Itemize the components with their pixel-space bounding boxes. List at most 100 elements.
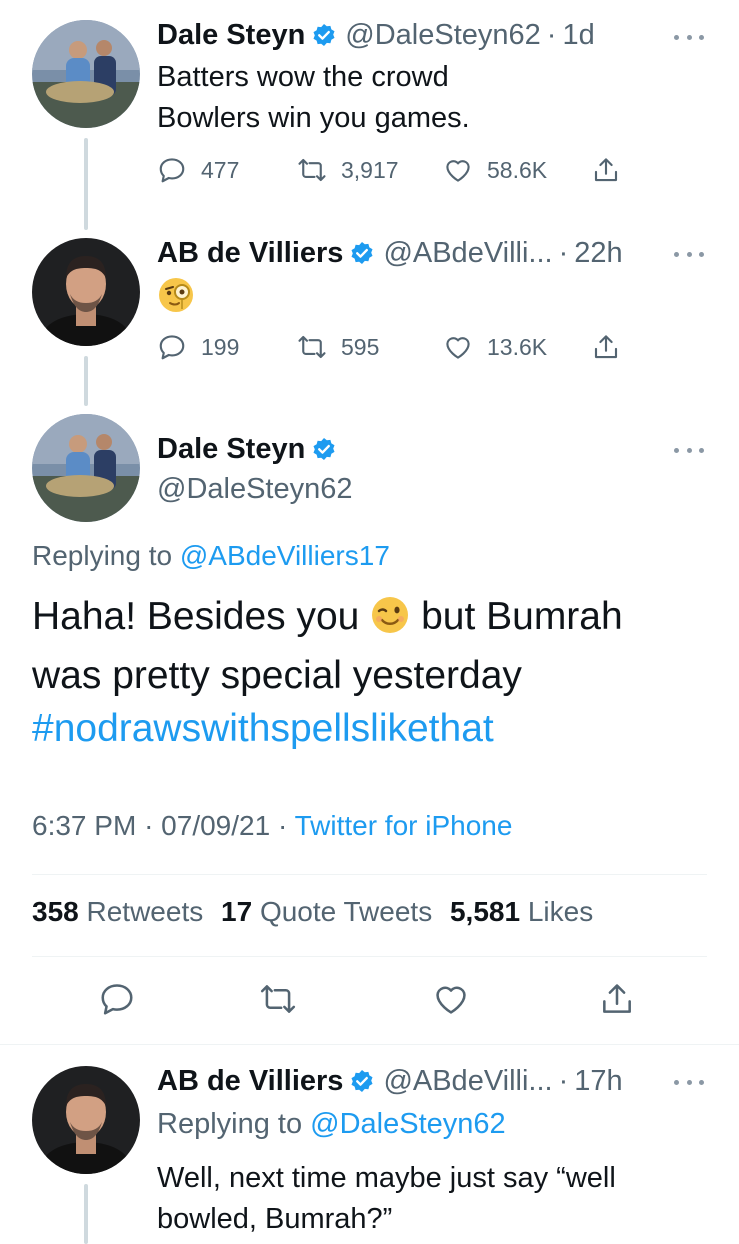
tweet-client[interactable]: Twitter for iPhone	[295, 810, 513, 841]
hashtag-link[interactable]: #nodrawswithspellslikethat	[32, 702, 712, 755]
share-button[interactable]	[591, 155, 621, 185]
divider	[32, 956, 707, 957]
replying-to-label: Replying to	[157, 1108, 303, 1140]
likes-count: 5,581	[449, 896, 521, 927]
author-handle[interactable]: @ABdeVilli...	[383, 236, 552, 270]
verified-badge-icon	[349, 1068, 375, 1094]
tweet-text-line: Haha! Besides you but Bumrah	[32, 590, 712, 649]
reply-count: 199	[201, 333, 240, 360]
like-count: 13.6K	[487, 333, 548, 360]
likes-label: Likes	[527, 896, 594, 927]
replying-to: Replying to @ABdeVilliers17	[32, 540, 390, 572]
more-icon[interactable]	[674, 1077, 704, 1087]
likes-stat[interactable]: 5,581 Likes	[450, 896, 593, 927]
tweet-text-line: bowled, Bumrah?”	[157, 1203, 393, 1235]
replying-to: Replying to @DaleSteyn62	[157, 1108, 506, 1141]
author-name[interactable]: AB de Villiers	[157, 236, 343, 270]
tweet-time[interactable]: 6:37 PM	[32, 810, 136, 841]
retweet-count: 595	[341, 333, 380, 360]
share-icon[interactable]	[598, 980, 636, 1018]
reply-count: 477	[201, 156, 240, 183]
divider	[0, 1044, 739, 1045]
heart-icon	[446, 160, 470, 182]
avatar-ab-de-villiers[interactable]	[32, 1066, 140, 1174]
more-icon[interactable]	[674, 32, 704, 42]
tweet-text-part: but Bumrah	[421, 595, 623, 638]
separator-dot: ·	[546, 19, 557, 51]
retweet-icon[interactable]	[259, 980, 297, 1018]
author-name[interactable]: AB de Villiers	[157, 1064, 343, 1098]
quote-label: Quote Tweets	[259, 896, 433, 927]
author-handle[interactable]: @DaleSteyn62	[157, 472, 353, 506]
verified-badge-icon	[349, 240, 375, 266]
thread-line	[84, 356, 88, 406]
tweet-text-line: Batters wow the crowd	[157, 61, 449, 93]
main-tweet-text: Haha! Besides you but Bumrah was pretty …	[32, 590, 712, 755]
tweet-text-part: Haha! Besides you	[32, 595, 360, 638]
more-icon[interactable]	[674, 445, 704, 455]
retweet-button[interactable]: 595	[297, 332, 379, 362]
retweets-count: 358	[32, 896, 79, 927]
author-name[interactable]: Dale Steyn	[157, 18, 305, 52]
tweet2-header: AB de Villiers @ABdeVilli... · 22h	[157, 236, 623, 270]
author-name[interactable]: Dale Steyn	[157, 432, 305, 466]
main-tweet-author: Dale Steyn	[157, 432, 345, 466]
retweet-count: 3,917	[341, 156, 399, 183]
verified-badge-icon	[311, 436, 337, 462]
share-icon	[594, 335, 618, 359]
separator-dot: ·	[144, 810, 154, 841]
retweet-icon	[298, 158, 326, 182]
reply-icon	[159, 158, 185, 183]
more-icon[interactable]	[674, 249, 704, 259]
like-button[interactable]: 58.6K	[443, 155, 547, 185]
tweet-text: Batters wow the crowd Bowlers win you ga…	[157, 57, 470, 139]
retweets-stat[interactable]: 358 Retweets	[32, 896, 203, 927]
like-count: 58.6K	[487, 156, 548, 183]
tweet-thread-page: Dale Steyn @DaleSteyn62 · 1d Batters wow…	[0, 0, 739, 1244]
heart-icon[interactable]	[432, 980, 470, 1018]
share-icon	[594, 158, 618, 182]
retweets-label: Retweets	[86, 896, 204, 927]
tweet1-actions: 477 3,917 58.6K	[157, 155, 627, 189]
emoji-face-with-monocle	[157, 276, 195, 314]
quote-count: 17	[221, 896, 253, 927]
separator-dot: ·	[277, 810, 288, 841]
tweet-text: Well, next time maybe just say “well bow…	[157, 1158, 616, 1240]
avatar-dale-steyn[interactable]	[32, 414, 140, 522]
tweet-time[interactable]: 1d	[562, 18, 594, 52]
tweet-text-line: was pretty special yesterday	[32, 654, 522, 697]
replying-to-handle[interactable]: @DaleSteyn62	[310, 1108, 506, 1140]
separator-dot: ·	[558, 1065, 569, 1097]
tweet-time[interactable]: 22h	[574, 236, 622, 270]
like-button[interactable]: 13.6K	[443, 332, 547, 362]
reply-button[interactable]: 477	[157, 155, 239, 185]
author-handle[interactable]: @ABdeVilli...	[383, 1064, 552, 1098]
author-handle[interactable]: @DaleSteyn62	[345, 18, 541, 52]
tweet-time[interactable]: 17h	[574, 1064, 622, 1098]
reply-icon[interactable]	[98, 980, 136, 1018]
tweet-date[interactable]: 07/09/21	[161, 810, 270, 841]
quote-tweets-stat[interactable]: 17 Quote Tweets	[221, 896, 432, 927]
tweet2-actions: 199 595 13.6K	[157, 332, 627, 366]
retweet-icon	[298, 335, 326, 359]
thread-line	[84, 138, 88, 230]
reply-icon	[159, 335, 185, 360]
tweet-text-line: Bowlers win you games.	[157, 102, 470, 134]
share-button[interactable]	[591, 332, 621, 362]
reply-button[interactable]: 199	[157, 332, 239, 362]
verified-badge-icon	[311, 22, 337, 48]
main-tweet-actions	[0, 980, 739, 1024]
retweet-button[interactable]: 3,917	[297, 155, 399, 185]
winking-face-emoji	[370, 595, 410, 649]
tweet1-header: Dale Steyn @DaleSteyn62 · 1d	[157, 18, 595, 52]
replying-to-handle[interactable]: @ABdeVilliers17	[180, 540, 390, 571]
avatar-dale-steyn[interactable]	[32, 20, 140, 128]
thread-line	[84, 1184, 88, 1244]
avatar-ab-de-villiers[interactable]	[32, 238, 140, 346]
tweet4-header: AB de Villiers @ABdeVilli... · 17h	[157, 1064, 623, 1098]
engagement-stats: 358 Retweets 17 Quote Tweets 5,581 Likes	[32, 896, 593, 928]
replying-to-label: Replying to	[32, 540, 173, 571]
heart-icon	[446, 337, 470, 359]
divider	[32, 874, 707, 875]
tweet-text-line: Well, next time maybe just say “well	[157, 1162, 616, 1194]
